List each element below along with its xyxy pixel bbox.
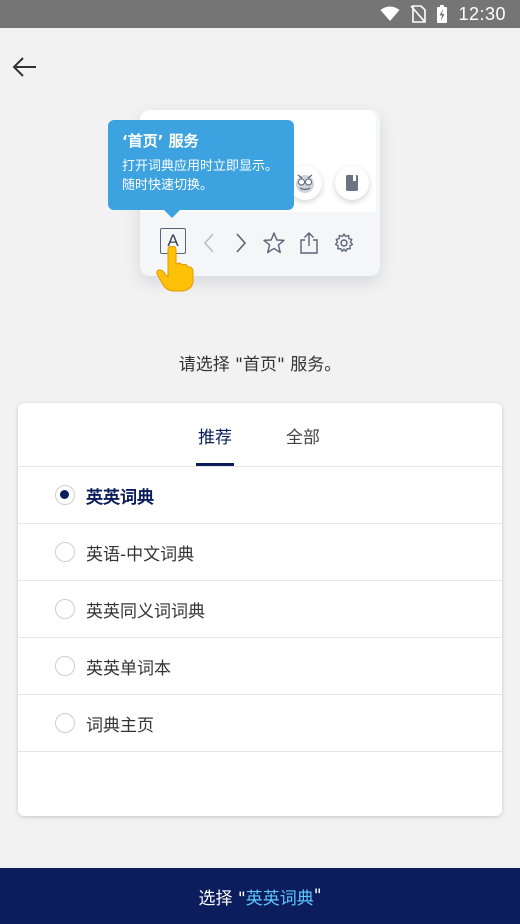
home-service-tooltip: ‘首页’ 服务 打开词典应用时立即显示。 随时快速切换。 [108, 120, 294, 218]
option-item-english-thesaurus[interactable]: 英英同义词词典 [18, 581, 502, 638]
selection-prompt: 请选择 "首页" 服务。 [178, 355, 342, 375]
tab-recommended[interactable]: 推荐 [198, 423, 232, 448]
radio-button-checked[interactable] [55, 485, 75, 505]
no-sim-icon [410, 5, 427, 23]
option-item-english-wordbook[interactable]: 英英单词本 [18, 638, 502, 695]
radio-button[interactable] [55, 656, 75, 676]
star-icon [261, 230, 287, 256]
radio-button[interactable] [55, 713, 75, 733]
status-time: 12:30 [458, 3, 506, 24]
button-prefix: 选择 " [198, 888, 246, 909]
pointing-hand-icon [154, 245, 198, 292]
option-label: 英语-中文词典 [86, 544, 195, 565]
tab-all[interactable]: 全部 [286, 423, 320, 448]
option-label: 词典主页 [86, 715, 154, 736]
share-icon [296, 230, 322, 256]
book-icon [335, 166, 369, 200]
tab-bar: 推荐 全部 [18, 403, 502, 467]
wifi-icon [380, 6, 400, 22]
option-label: 英英单词本 [86, 658, 171, 679]
status-bar: 12:30 [0, 0, 520, 28]
battery-charging-icon [436, 4, 448, 24]
tooltip-line-2: 随时快速切换。 [122, 178, 214, 193]
active-tab-indicator [196, 463, 234, 466]
option-label: 英英同义词词典 [86, 601, 205, 622]
button-suffix: " [313, 886, 322, 906]
gear-icon [331, 230, 357, 256]
select-service-button[interactable]: 选择 " 英英词典 " [0, 868, 520, 924]
back-button[interactable] [8, 50, 42, 84]
option-item-english-chinese-dictionary[interactable]: 英语-中文词典 [18, 524, 502, 581]
option-label: 英英词典 [86, 487, 154, 508]
tooltip-line-1: 打开词典应用时立即显示。 [122, 159, 279, 174]
service-selection-card: 推荐 全部 英英词典 英语-中文词典 英英同义词词典 英英单词本 词典主页 [18, 403, 502, 816]
option-item-dictionary-home[interactable]: 词典主页 [18, 695, 502, 752]
tooltip-body: 打开词典应用时立即显示。 随时快速切换。 [122, 157, 280, 195]
arrow-left-icon [12, 57, 36, 77]
chevron-left-icon [196, 230, 222, 256]
button-selected-service: 英英词典 [245, 888, 314, 909]
option-item-english-english-dictionary[interactable]: 英英词典 [18, 467, 502, 524]
tooltip-title: ‘首页’ 服务 [122, 132, 199, 150]
radio-button[interactable] [55, 542, 75, 562]
chevron-right-icon [228, 230, 254, 256]
radio-button[interactable] [55, 599, 75, 619]
